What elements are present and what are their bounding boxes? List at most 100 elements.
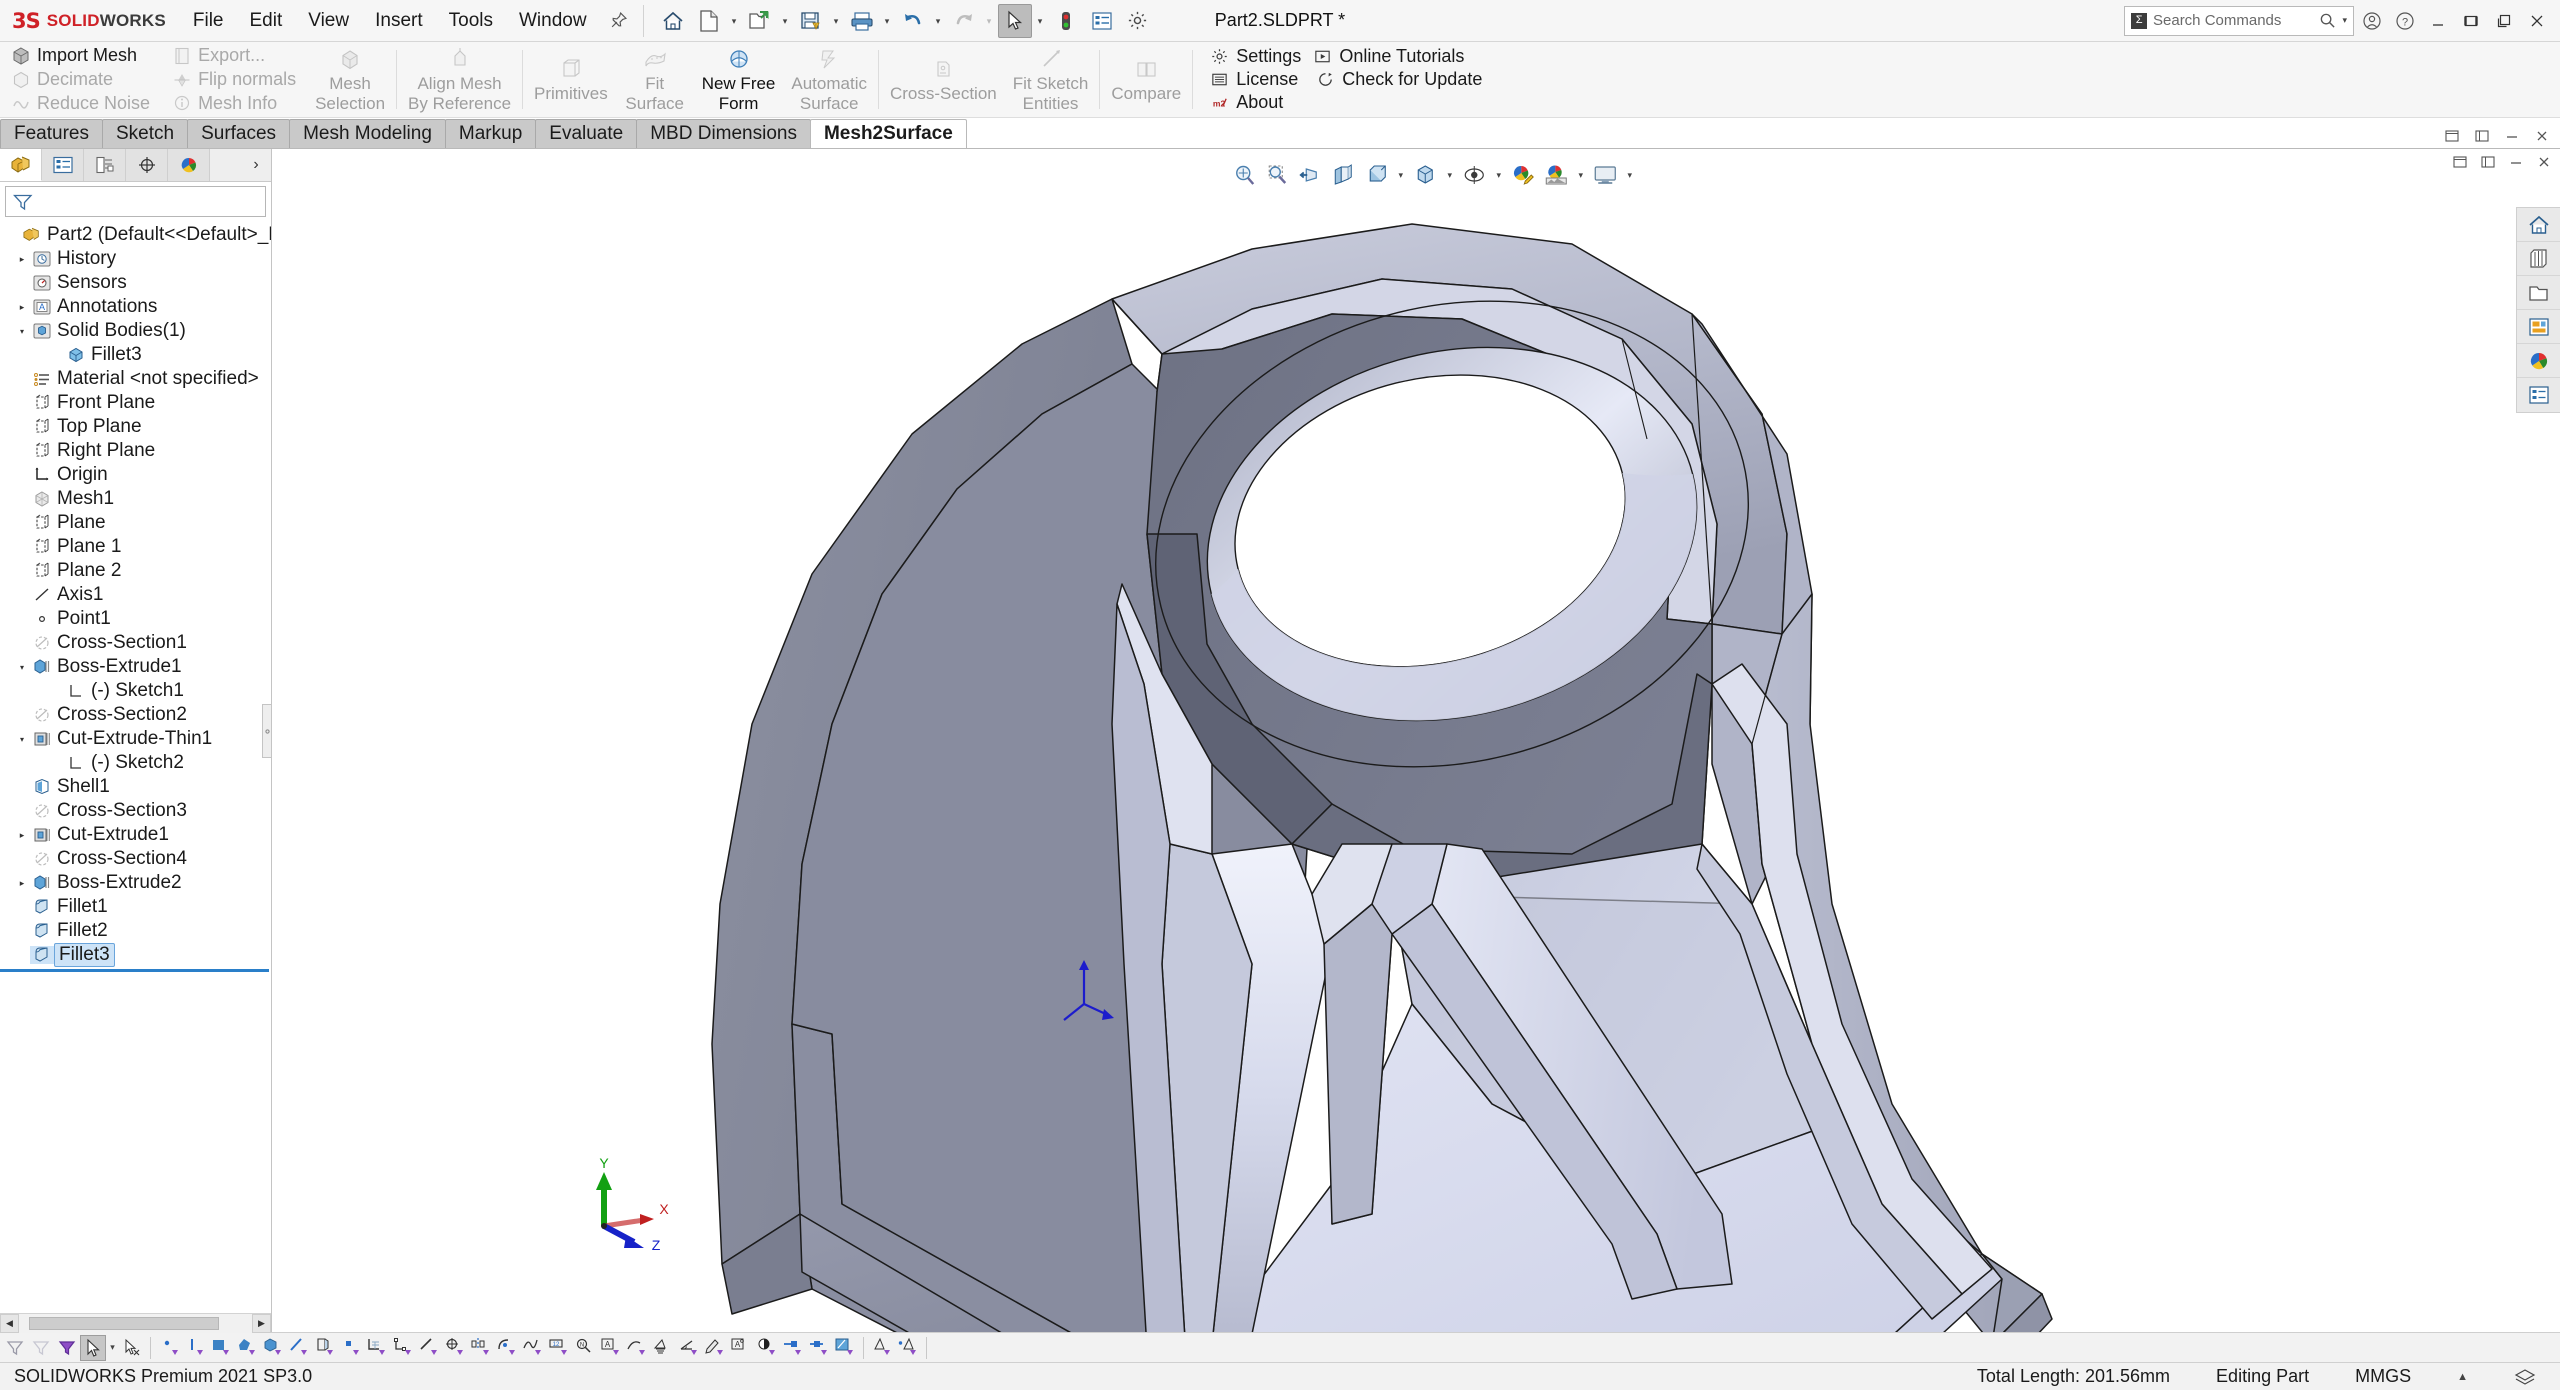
select-arrow-caret-icon[interactable]: ▾ <box>1034 6 1047 36</box>
rebuild-traffic-light-icon[interactable] <box>1049 4 1083 38</box>
minimize-button[interactable] <box>2423 6 2453 36</box>
panel-expand-icon[interactable]: › <box>241 149 271 181</box>
sketch-shaded-dot-icon[interactable] <box>895 1335 921 1361</box>
sketch-rectangle-icon[interactable] <box>208 1335 234 1361</box>
tree-node-fillet3[interactable]: ▸ Fillet3 <box>0 943 271 967</box>
sketch-point-icon[interactable] <box>156 1335 182 1361</box>
viewport-minimize-icon[interactable] <box>2508 154 2524 170</box>
tree-node-cross-section3[interactable]: ▸ Cross-Section3 <box>0 799 271 823</box>
scroll-right-icon[interactable]: ▶ <box>252 1314 271 1333</box>
help-icon[interactable]: ? <box>2390 6 2420 36</box>
sketch-hatch-icon[interactable] <box>650 1335 676 1361</box>
edit-appearance-icon[interactable] <box>1508 160 1538 190</box>
search-icon[interactable] <box>2319 12 2336 29</box>
tree-arrow-expanded[interactable]: ▾ <box>14 663 30 672</box>
scroll-left-icon[interactable]: ◀ <box>0 1314 19 1333</box>
menu-tools[interactable]: Tools <box>436 5 506 37</box>
viewport-restore-icon[interactable] <box>2452 154 2468 170</box>
tree-node-plane-2[interactable]: ▸ Plane 2 <box>0 559 271 583</box>
menu-edit[interactable]: Edit <box>237 5 296 37</box>
sketch-small-square-icon[interactable] <box>338 1335 364 1361</box>
sketch-hide-icon[interactable] <box>780 1335 806 1361</box>
ribbon-link-about[interactable]: m2 About <box>1206 91 1291 114</box>
panel-resize-grip[interactable] <box>262 704 271 758</box>
property-manager-tab[interactable] <box>42 149 84 181</box>
menu-file[interactable]: File <box>180 5 237 37</box>
sketch-circle-center-icon[interactable] <box>442 1335 468 1361</box>
select-other-icon[interactable] <box>119 1335 145 1361</box>
ribbon-mesh-selection[interactable]: Mesh Selection <box>307 42 393 117</box>
sketch-polygon-icon[interactable] <box>234 1335 260 1361</box>
undo-icon[interactable] <box>896 4 930 38</box>
sketch-show-icon[interactable] <box>806 1335 832 1361</box>
tree-node-shell1[interactable]: ▸ Shell1 <box>0 775 271 799</box>
options-list-icon[interactable] <box>1085 4 1119 38</box>
tab-mesh-modeling[interactable]: Mesh Modeling <box>289 119 446 148</box>
tree-node-cross-section2[interactable]: ▸ Cross-Section2 <box>0 703 271 727</box>
status-units-caret-icon[interactable]: ▲ <box>2457 1371 2468 1383</box>
feature-manager-tab[interactable] <box>0 149 42 181</box>
sketch-dimension-icon[interactable]: 12 <box>546 1335 572 1361</box>
sketch-section-icon[interactable] <box>832 1335 858 1361</box>
sketch-measure-icon[interactable]: N <box>572 1335 598 1361</box>
status-units[interactable]: MMGS <box>2355 1366 2411 1387</box>
tree-node-front-plane[interactable]: ▸ Front Plane <box>0 391 271 415</box>
tab-features[interactable]: Features <box>0 119 103 148</box>
tree-arrow-collapsed[interactable]: ▸ <box>14 302 30 313</box>
sketch-construction-line-icon[interactable] <box>416 1335 442 1361</box>
tree-node-mesh1[interactable]: ▸ Mesh1 <box>0 487 271 511</box>
collapse-ribbon-icon[interactable] <box>2504 128 2520 144</box>
sketch-grid-icon[interactable] <box>364 1335 390 1361</box>
ribbon-align-mesh[interactable]: Align Mesh By Reference <box>400 42 519 117</box>
tree-node-cut-extrude1[interactable]: ▸ Cut-Extrude1 <box>0 823 271 847</box>
ribbon-primitives[interactable]: Primitives <box>526 42 616 117</box>
tree-node-sensors[interactable]: ▸ Sensors <box>0 271 271 295</box>
new-document-icon[interactable] <box>692 4 726 38</box>
view-settings-icon[interactable] <box>1590 160 1620 190</box>
tree-node-plane[interactable]: ▸ Plane <box>0 511 271 535</box>
sketch-diagonal-line-icon[interactable] <box>286 1335 312 1361</box>
section-view-icon[interactable] <box>1328 160 1358 190</box>
view-orientation-caret-icon[interactable]: ▾ <box>1394 161 1407 189</box>
tree-node-point1[interactable]: ▸ Point1 <box>0 607 271 631</box>
restore-button[interactable] <box>2456 6 2486 36</box>
tree-node-sketch1[interactable]: ▸ (-) Sketch1 <box>0 679 271 703</box>
ribbon-cross-section[interactable]: Cross-Section <box>882 42 1005 117</box>
tree-node-right-plane[interactable]: ▸ Right Plane <box>0 439 271 463</box>
ribbon-new-free-form[interactable]: New Free Form <box>694 42 784 117</box>
close-ribbon-icon[interactable] <box>2534 128 2550 144</box>
view-settings-caret-icon[interactable]: ▾ <box>1623 161 1636 189</box>
graphics-viewport[interactable]: ▾ ▾ ▾ ▾ ▾ <box>272 149 2560 1332</box>
configuration-manager-tab[interactable] <box>84 149 126 181</box>
tree-node-cut-extrude-thin1[interactable]: ▾ Cut-Extrude-Thin1 <box>0 727 271 751</box>
layers-icon[interactable] <box>2514 1366 2536 1388</box>
restore-panel-icon[interactable] <box>2444 128 2460 144</box>
tree-arrow-collapsed[interactable]: ▸ <box>14 830 30 841</box>
sketch-shaded-icon[interactable] <box>869 1335 895 1361</box>
open-folder-icon[interactable] <box>743 4 777 38</box>
tab-surfaces[interactable]: Surfaces <box>187 119 290 148</box>
dimxpert-manager-tab[interactable] <box>126 149 168 181</box>
hide-show-items-icon[interactable] <box>1459 160 1489 190</box>
sketch-text-icon[interactable]: A <box>598 1335 624 1361</box>
sketch-line-icon[interactable] <box>182 1335 208 1361</box>
tree-horizontal-scrollbar[interactable]: ◀ ▶ <box>0 1313 271 1332</box>
filter-off-icon[interactable] <box>2 1335 28 1361</box>
sketch-note-icon[interactable]: A <box>728 1335 754 1361</box>
tab-mesh2surface[interactable]: Mesh2Surface <box>810 119 967 148</box>
zoom-to-fit-icon[interactable] <box>1229 160 1259 190</box>
tree-node-top-plane[interactable]: ▸ Top Plane <box>0 415 271 439</box>
tree-node-cross-section4[interactable]: ▸ Cross-Section4 <box>0 847 271 871</box>
filter-active-icon[interactable] <box>54 1335 80 1361</box>
tree-node-cross-section1[interactable]: ▸ Cross-Section1 <box>0 631 271 655</box>
tab-evaluate[interactable]: Evaluate <box>535 119 637 148</box>
tree-node-fillet1[interactable]: ▸ Fillet1 <box>0 895 271 919</box>
tree-node-history[interactable]: ▸ History <box>0 247 271 271</box>
scroll-thumb[interactable] <box>29 1317 219 1330</box>
hide-show-items-caret-icon[interactable]: ▾ <box>1492 161 1505 189</box>
redo-icon[interactable] <box>947 4 981 38</box>
ribbon-export[interactable]: Export... <box>167 44 301 68</box>
tab-mbd-dimensions[interactable]: MBD Dimensions <box>636 119 811 148</box>
home-icon[interactable] <box>656 4 690 38</box>
account-icon[interactable] <box>2357 6 2387 36</box>
